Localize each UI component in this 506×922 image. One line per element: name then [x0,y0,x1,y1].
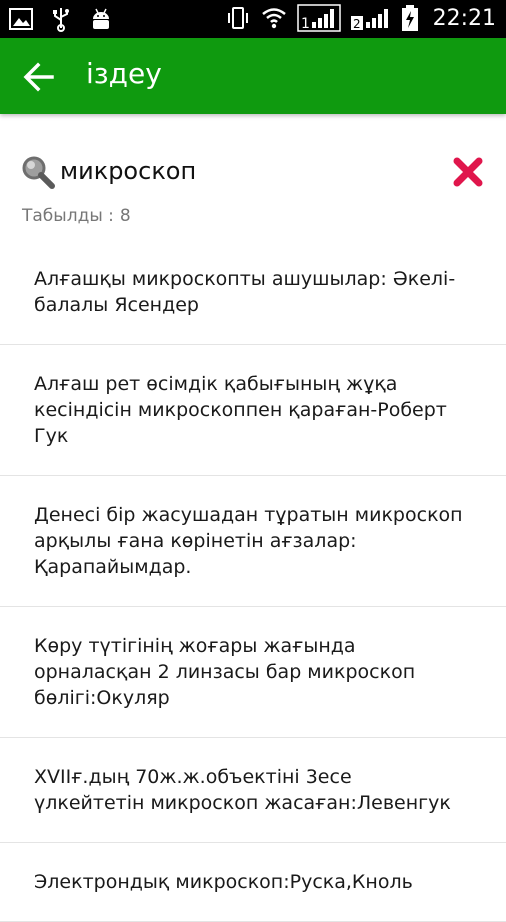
list-item[interactable]: Денесі бір жасушадан тұратын микроскоп а… [0,476,506,607]
battery-charging-icon [401,5,418,31]
search-icon [22,156,55,189]
list-item[interactable]: Алғаш рет өсімдік қабығының жұқа кесінді… [0,345,506,476]
found-label: Табылды : [22,206,114,226]
list-item[interactable]: Алғашқы микроскопты ашушылар: Әкелі-бала… [0,240,506,345]
list-item[interactable]: Электрондық микроскоп:Руска,Кноль [0,843,506,922]
results-count: Табылды :8 [22,206,131,226]
back-arrow-icon[interactable] [22,60,56,94]
found-count: 8 [119,206,131,226]
close-icon[interactable] [452,156,484,188]
vibrate-icon [227,7,248,29]
android-icon [93,8,109,29]
signal-icon: 1 [296,4,341,32]
status-bar: 1 2 22:21 [0,0,506,38]
image-icon [9,8,33,30]
usb-icon [53,8,69,32]
search-bar [20,150,486,194]
signal-icon-sim2: 2 [350,9,388,31]
clock: 22:21 [432,5,496,31]
page-title: іздеу [86,57,162,90]
list-item[interactable]: XVIIғ.дың 70ж.ж.объектіні 3есе үлкейтеті… [0,738,506,843]
list-item[interactable]: Көру түтігінің жоғары жағында орналасқан… [0,607,506,738]
sim1-label: 1 [301,16,310,32]
sim2-label: 2 [353,17,361,31]
app-bar: іздеу [0,38,506,114]
wifi-icon [261,8,286,29]
search-input[interactable] [60,154,440,188]
results-list: Алғашқы микроскопты ашушылар: Әкелі-бала… [0,240,506,922]
